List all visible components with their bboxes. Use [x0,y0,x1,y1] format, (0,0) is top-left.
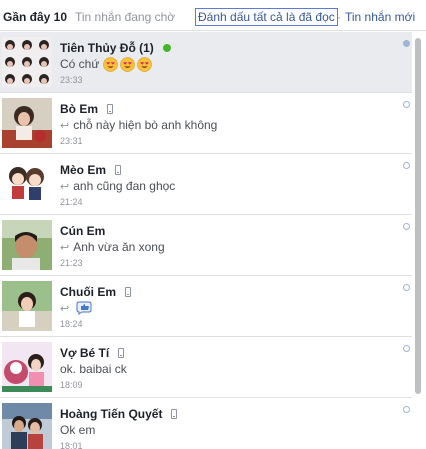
reply-icon: ↩ [60,241,70,254]
conversation-name: Vợ Bé Tí [60,346,110,360]
message-time: 21:23 [60,258,83,268]
avatar [2,281,52,331]
conversation-row[interactable]: Mèo Em ↩ anh cũng đan ghọc 21:24 [0,154,412,215]
message-snippet: ok. baibai ck [60,362,127,376]
conversation-row[interactable]: Bò Em ↩ chỗ này hiện bò anh không 23:31 [0,93,412,154]
reply-icon: ↩ [60,302,70,315]
message-snippet: Anh vừa ăn xong [73,240,165,254]
message-snippet: Ok em [60,423,96,437]
messages-panel: Gần đây 10 Tin nhắn đang chờ Đánh dấu tấ… [0,0,426,449]
reply-icon: ↩ [60,119,70,132]
mobile-status-icon [125,287,131,297]
header-separator: · [337,10,341,24]
avatar [2,159,52,209]
thumbs-up-sticker-icon [76,301,92,315]
message-time: 18:09 [60,380,83,390]
avatar [2,403,52,449]
mobile-status-icon [115,165,122,175]
conversation-name: Tiên Thủy Đỗ (1) [60,41,154,55]
mark-read-toggle[interactable] [403,284,410,291]
message-time: 23:33 [60,75,83,85]
pending-messages-tab[interactable]: Tin nhắn đang chờ [75,10,175,24]
online-status-icon [162,44,171,52]
conversation-row[interactable]: Hoàng Tiến Quyết Ok em 18:01 [0,398,412,449]
conversation-row[interactable]: Tiên Thủy Đỗ (1) Có chứ 23:33 [0,32,412,93]
avatar [2,98,52,148]
reply-icon: ↩ [60,180,70,193]
message-snippet: chỗ này hiện bò anh không [73,118,218,132]
mobile-status-icon [107,104,114,114]
message-time: 23:31 [60,136,83,146]
scrollbar-thumb[interactable] [415,38,421,394]
conversation-row[interactable]: Cún Em ↩ Anh vừa ăn xong 21:23 [0,215,412,276]
conversation-row[interactable]: Chuối Em ↩ 18:24 [0,276,412,337]
message-time: 18:01 [60,441,83,449]
mark-all-read-link[interactable]: Đánh dấu tất cả là đã đọc [195,8,338,26]
avatar [2,220,52,270]
mobile-status-icon [171,409,178,419]
conversation-name: Chuối Em [60,285,116,299]
avatar [2,342,52,392]
conversation-name: Mèo Em [60,163,107,177]
heart-eyes-emoji-icon [137,56,153,72]
new-message-link[interactable]: Tin nhắn mới [345,10,415,24]
mobile-status-icon [118,348,125,358]
mark-read-toggle[interactable] [403,101,410,108]
message-time: 18:24 [60,319,83,329]
mark-read-toggle[interactable] [403,345,410,352]
message-snippet: anh cũng đan ghọc [73,179,176,193]
mark-read-toggle[interactable] [403,406,410,413]
conversation-name: Hoàng Tiến Quyết [60,407,163,421]
mark-read-toggle[interactable] [403,223,410,230]
recent-tab[interactable]: Gần đây 10 [3,10,67,24]
messages-header: Gần đây 10 Tin nhắn đang chờ Đánh dấu tấ… [0,0,426,31]
heart-eyes-emoji-icon [120,56,136,72]
conversation-name: Cún Em [60,224,106,238]
conversation-name: Bò Em [60,102,99,116]
mark-read-toggle[interactable] [403,162,410,169]
message-time: 21:24 [60,197,83,207]
message-snippet: Có chứ [60,57,100,71]
mark-read-toggle[interactable] [403,40,410,47]
heart-eyes-emoji-icon [103,56,119,72]
conversation-row[interactable]: Vợ Bé Tí ok. baibai ck 18:09 [0,337,412,398]
avatar [2,37,52,87]
conversation-list: Tiên Thủy Đỗ (1) Có chứ 23:33 Bò Em ↩ ch… [0,32,412,449]
